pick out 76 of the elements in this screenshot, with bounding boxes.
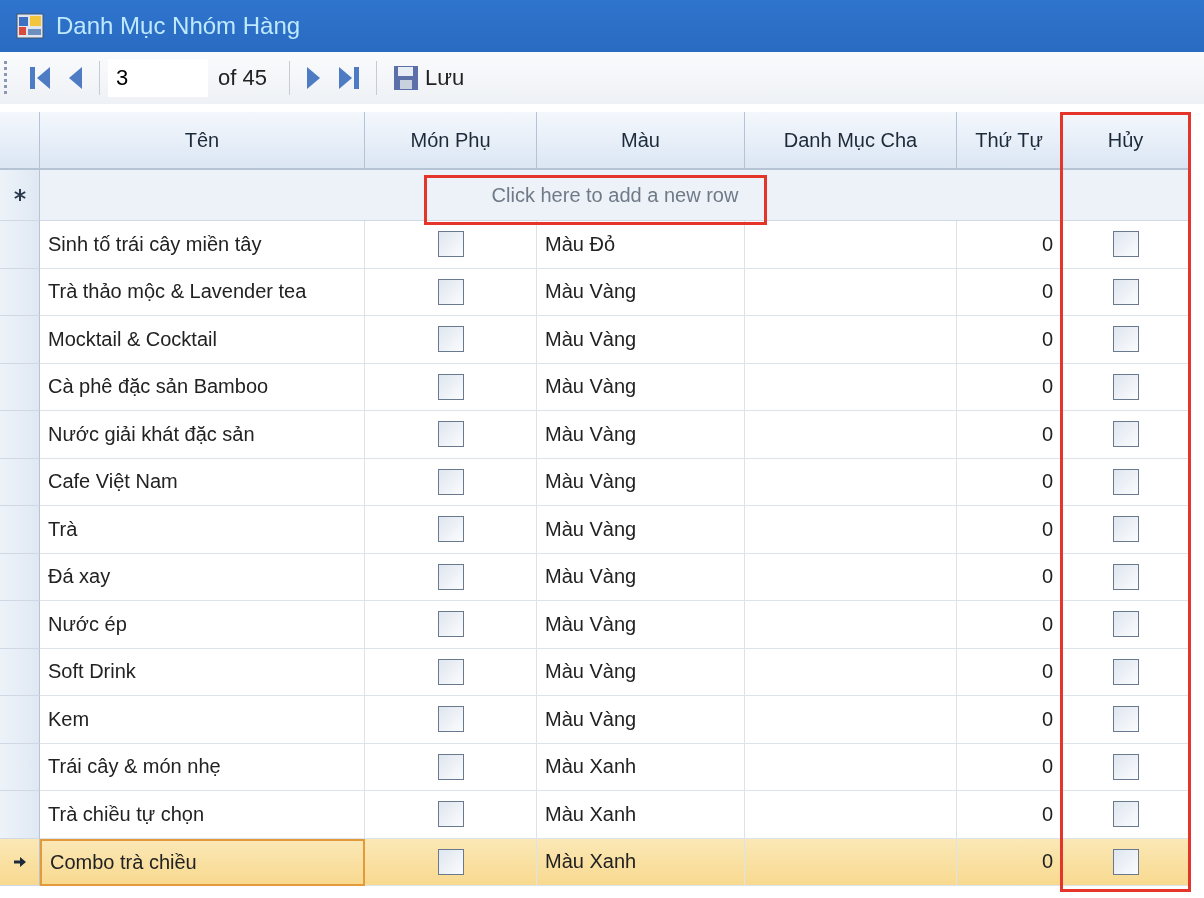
checkbox[interactable] (437, 801, 464, 828)
column-header[interactable]: Món Phụ (365, 112, 537, 170)
asterisk-icon (12, 188, 27, 202)
name-cell: Trà (40, 506, 365, 554)
add-row-prompt[interactable]: Click here to add a new row (40, 170, 1190, 221)
next-page-icon (305, 65, 322, 91)
checkbox[interactable] (437, 373, 464, 400)
name-cell: Cà phê đặc sản Bamboo (40, 363, 365, 411)
order-cell: 0 (957, 838, 1062, 886)
checkbox[interactable] (1112, 753, 1139, 780)
name-cell: Nước ép (40, 601, 365, 649)
page-number-field[interactable]: 3 (108, 59, 208, 97)
checkbox[interactable] (1112, 278, 1139, 305)
row-header[interactable] (0, 838, 40, 886)
color-cell: Màu Vàng (537, 648, 745, 696)
checkbox[interactable] (1112, 516, 1139, 543)
column-header[interactable]: Danh Mục Cha (745, 112, 957, 170)
column-header[interactable]: Tên (40, 112, 365, 170)
checkbox[interactable] (437, 326, 464, 353)
name-cell: Mocktail & Cocktail (40, 316, 365, 364)
page-count: of 45 (217, 65, 268, 91)
checkbox[interactable] (437, 706, 464, 733)
checkbox[interactable] (437, 611, 464, 638)
checkbox[interactable] (437, 848, 464, 875)
checkbox[interactable] (1112, 611, 1139, 638)
checkbox[interactable] (1112, 706, 1139, 733)
name-cell: Trà chiều tự chọn (40, 791, 365, 839)
color-cell: Màu Vàng (537, 458, 745, 506)
checkbox[interactable] (437, 563, 464, 590)
name-cell: Đá xay (40, 553, 365, 601)
save-button[interactable]: Lưu (384, 61, 473, 95)
color-cell: Màu Vàng (537, 506, 745, 554)
color-cell: Màu Xanh (537, 743, 745, 791)
name-cell: Trà thảo mộc & Lavender tea (40, 268, 365, 316)
checkbox[interactable] (437, 231, 464, 258)
checkbox[interactable] (437, 753, 464, 780)
name-cell: Kem (40, 696, 365, 744)
name-cell: Cafe Việt Nam (40, 458, 365, 506)
checkbox[interactable] (437, 468, 464, 495)
checkbox[interactable] (437, 516, 464, 543)
column-header[interactable]: Màu (537, 112, 745, 170)
color-cell: Màu Xanh (537, 838, 745, 886)
checkbox[interactable] (437, 658, 464, 685)
checkbox[interactable] (1112, 563, 1139, 590)
checkbox[interactable] (1112, 231, 1139, 258)
last-page-icon (337, 65, 360, 91)
color-cell: Màu Vàng (537, 696, 745, 744)
color-cell: Màu Vàng (537, 411, 745, 459)
color-cell: Màu Vàng (537, 268, 745, 316)
color-cell: Màu Xanh (537, 791, 745, 839)
previous-page-icon (67, 65, 83, 91)
checkbox[interactable] (437, 278, 464, 305)
checkbox[interactable] (1112, 326, 1139, 353)
checkbox[interactable] (1112, 421, 1139, 448)
color-cell: Màu Vàng (537, 363, 745, 411)
window-title: Danh Mục Nhóm Hàng (56, 12, 301, 40)
first-page-icon (29, 65, 51, 91)
checkbox[interactable] (1112, 373, 1139, 400)
color-cell: Màu Vàng (537, 553, 745, 601)
checkbox[interactable] (1112, 848, 1139, 875)
checkbox[interactable] (1112, 801, 1139, 828)
column-header[interactable]: Hủy (1062, 112, 1190, 170)
name-cell: Trái cây & món nhẹ (40, 743, 365, 791)
column-header[interactable]: Thứ Tự (957, 112, 1062, 170)
name-cell: Combo trà chiều (40, 838, 365, 886)
app-icon (16, 13, 44, 39)
name-cell: Sinh tố trái cây miền tây (40, 221, 365, 269)
name-cell: Soft Drink (40, 648, 365, 696)
current-row-arrow-icon (12, 854, 27, 869)
color-cell: Màu Đỏ (537, 221, 745, 269)
name-cell: Nước giải khát đặc sản (40, 411, 365, 459)
color-cell: Màu Vàng (537, 601, 745, 649)
color-cell: Màu Vàng (537, 316, 745, 364)
checkbox[interactable] (1112, 468, 1139, 495)
checkbox[interactable] (1112, 658, 1139, 685)
checkbox[interactable] (437, 421, 464, 448)
